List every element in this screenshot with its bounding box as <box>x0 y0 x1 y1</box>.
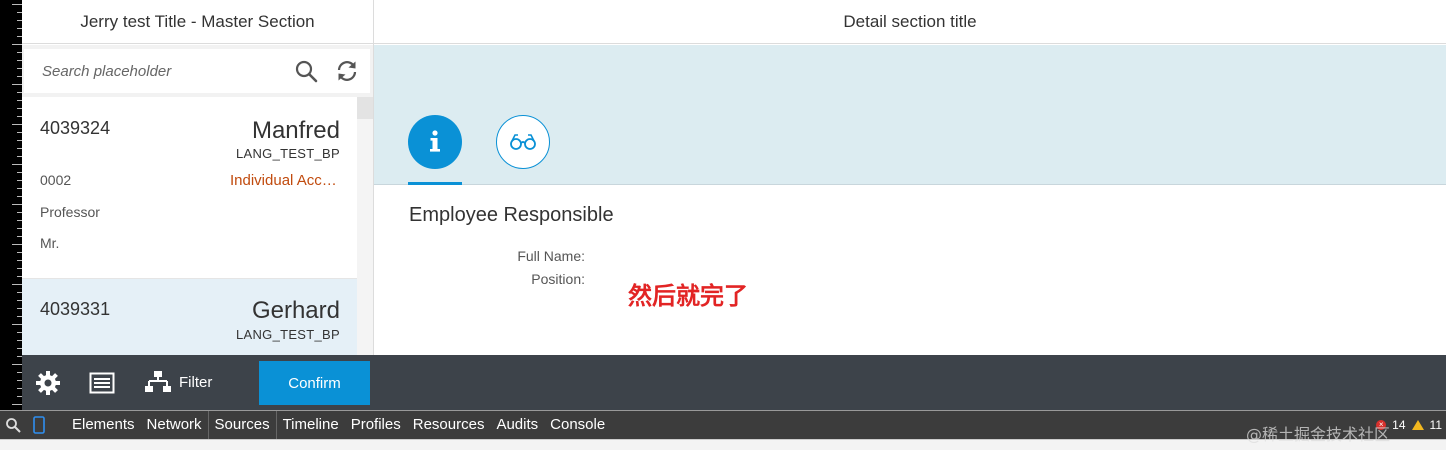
ruler-tick <box>12 44 22 45</box>
hierarchy-icon <box>145 371 171 392</box>
glasses-icon <box>510 134 536 150</box>
annotation-text: 然后就完了 <box>628 282 748 310</box>
master-section: Jerry test Title - Master Section 4039 <box>22 0 374 355</box>
ruler-tick <box>12 244 22 245</box>
info-icon <box>430 130 440 152</box>
scrollbar-thumb[interactable] <box>357 97 373 119</box>
devtools-tab-sources[interactable]: Sources <box>207 411 276 439</box>
position-label: Position: <box>531 271 585 287</box>
tab-info[interactable] <box>408 115 462 169</box>
refresh-icon[interactable] <box>335 59 359 83</box>
settings-button[interactable] <box>34 369 62 397</box>
ruler-tick <box>12 364 22 365</box>
devtools-toolbar <box>0 439 1446 450</box>
devtools-tab-console[interactable]: Console <box>544 411 611 439</box>
devtools-panel: Elements Network Sources Timeline Profil… <box>0 410 1446 450</box>
master-title: Jerry test Title - Master Section <box>80 11 315 31</box>
selected-tab-indicator <box>408 182 462 185</box>
ruler-tick <box>12 324 22 325</box>
footer-toolbar: Filter Confirm <box>22 355 1446 410</box>
search-input[interactable] <box>42 62 282 80</box>
ruler-tick <box>12 404 22 405</box>
devtools-tab-profiles[interactable]: Profiles <box>345 411 407 439</box>
item-attribute: Professor <box>40 204 100 220</box>
detail-title: Detail section title <box>843 11 977 31</box>
ruler-tick <box>12 4 22 5</box>
device-mode-button[interactable] <box>26 411 52 439</box>
item-attribute: Mr. <box>40 235 60 251</box>
section-title: Employee Responsible <box>409 204 614 226</box>
ruler-tick <box>12 84 22 85</box>
warning-count: 11 <box>1429 418 1442 432</box>
ruler-tick <box>12 124 22 125</box>
filter-label: Filter <box>179 373 213 391</box>
mobile-device-icon <box>33 416 45 434</box>
search-bar <box>22 45 373 97</box>
icon-tab-bar <box>374 45 1446 185</box>
detail-section: Detail section title Employee Responsibl… <box>374 0 1446 355</box>
watermark: @稀土掘金技术社区 <box>1245 425 1390 444</box>
ruler-tick <box>12 164 22 165</box>
filter-button[interactable]: Filter <box>145 367 212 397</box>
list-item[interactable]: 4039324 Manfred LANG_TEST_BP 0002 Indivi… <box>22 97 357 278</box>
item-subtitle: LANG_TEST_BP <box>235 146 340 161</box>
devtools-tab-audits[interactable]: Audits <box>490 411 544 439</box>
inspect-button[interactable] <box>0 411 26 439</box>
list-item[interactable]: 4039331 Gerhard LANG_TEST_BP <box>22 279 357 355</box>
list-icon <box>89 372 115 394</box>
warning-icon <box>1411 420 1424 430</box>
devtools-tab-timeline[interactable]: Timeline <box>275 411 345 439</box>
gear-icon <box>36 371 60 395</box>
item-name: Manfred <box>251 117 340 144</box>
error-count: 14 <box>1392 418 1406 432</box>
item-subtitle: LANG_TEST_BP <box>235 327 340 342</box>
item-number: 4039324 <box>40 118 111 138</box>
devtools-tab-bar: Elements Network Sources Timeline Profil… <box>0 411 1446 439</box>
tab-glasses[interactable] <box>496 115 550 169</box>
search-field[interactable] <box>24 49 370 93</box>
item-number: 4039331 <box>40 299 111 319</box>
list-scrollbar[interactable] <box>357 97 373 355</box>
magnifier-icon <box>6 418 21 433</box>
full-name-label: Full Name: <box>517 248 585 264</box>
devtools-tab-resources[interactable]: Resources <box>407 411 491 439</box>
item-attribute: 0002 <box>40 172 72 188</box>
list-view-button[interactable] <box>88 370 116 396</box>
master-list: 4039324 Manfred LANG_TEST_BP 0002 Indivi… <box>22 97 373 355</box>
detail-header: Detail section title <box>374 0 1446 44</box>
app-root: Jerry test Title - Master Section 4039 <box>0 0 1446 450</box>
page-ruler <box>0 0 22 410</box>
devtools-tab-elements[interactable]: Elements <box>66 411 141 439</box>
confirm-button[interactable]: Confirm <box>259 361 370 405</box>
item-status: Individual Account <box>230 172 340 189</box>
item-name: Gerhard <box>251 297 340 324</box>
master-header: Jerry test Title - Master Section <box>22 0 373 44</box>
ruler-tick <box>12 204 22 205</box>
devtools-tab-network[interactable]: Network <box>141 411 208 439</box>
search-icon[interactable] <box>294 59 318 83</box>
ruler-tick <box>12 284 22 285</box>
